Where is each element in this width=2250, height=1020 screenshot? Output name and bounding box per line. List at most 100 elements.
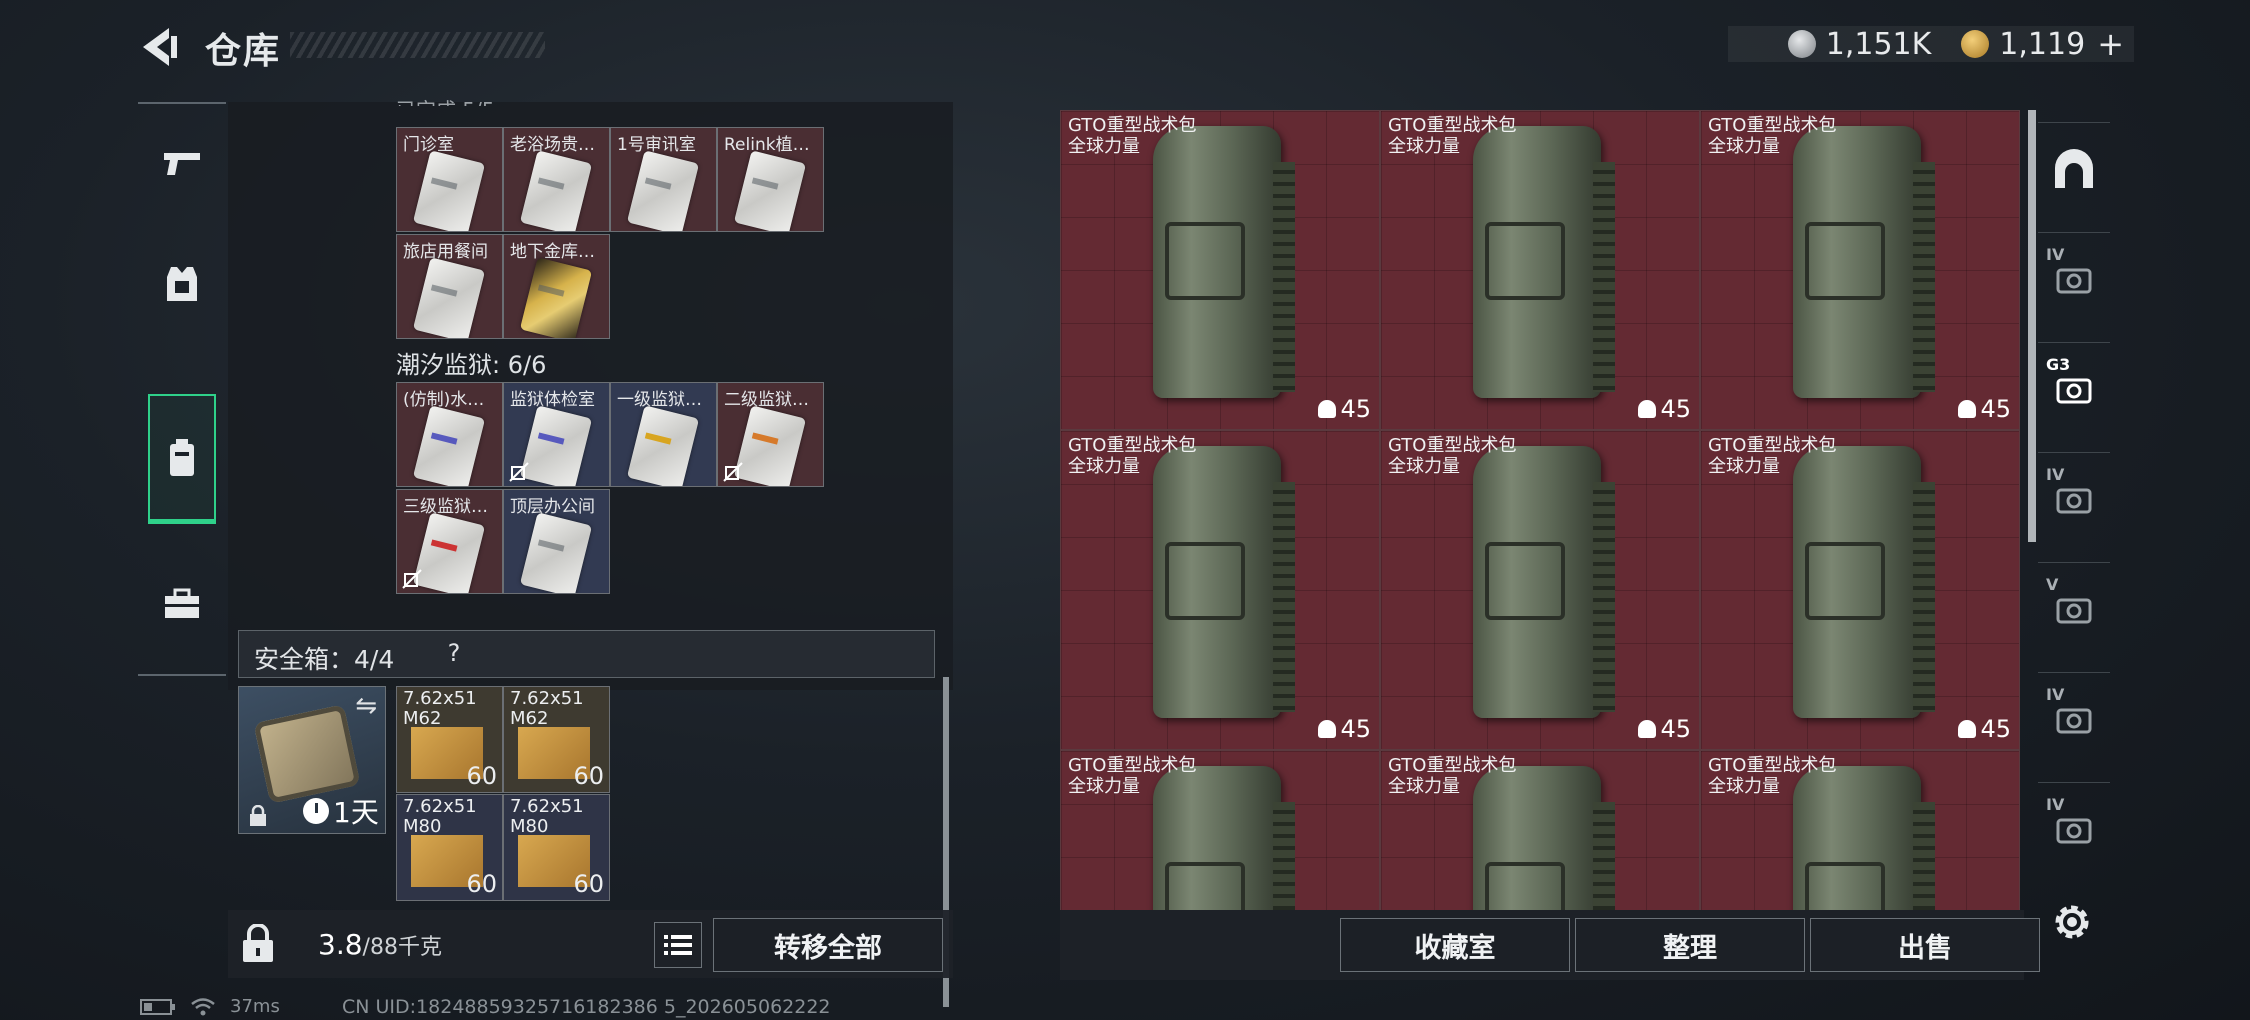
capacity-icon — [1958, 720, 1977, 738]
equipment-slot-7[interactable]: IV — [2038, 782, 2110, 875]
ammo-count: 60 — [573, 870, 604, 898]
add-currency-button[interactable]: + — [2097, 25, 2124, 63]
capacity-icon — [1318, 720, 1337, 738]
secure-case-image — [253, 704, 361, 804]
backpack-item[interactable]: GTO重型战术包 全球力量 45 — [1060, 110, 1380, 430]
keycard-item[interactable]: 一级监狱… — [610, 382, 717, 487]
timer-text: 1天 — [333, 796, 379, 829]
backpack-brand: 全球力量 — [1708, 776, 1780, 797]
section-cut-title: 已完成 5/5 — [396, 94, 495, 106]
tab-keycards[interactable] — [148, 394, 216, 524]
equipment-slot-1[interactable] — [2038, 122, 2110, 215]
tab-toolbox[interactable] — [138, 544, 226, 664]
settings-gear-icon[interactable] — [2050, 900, 2094, 944]
keycard-item[interactable]: 三级监狱… — [396, 489, 503, 594]
equipment-slot-2[interactable]: IV — [2038, 232, 2110, 325]
equipment-slot-3[interactable]: G3 — [2038, 342, 2110, 435]
list-view-button[interactable] — [654, 922, 702, 968]
ammo-item[interactable]: 7.62x51 M80 60 — [396, 794, 503, 901]
backpack-name: GTO重型战术包 — [1708, 115, 1837, 136]
backpack-image — [1793, 126, 1935, 398]
keycard-label: 顶层办公间 — [510, 497, 595, 517]
keycard-label: 门诊室 — [403, 135, 454, 155]
slot-level: V — [2046, 575, 2059, 594]
equipment-slot-4[interactable]: IV — [2038, 452, 2110, 545]
capacity-value: 45 — [1980, 395, 2011, 423]
safe-case-item[interactable]: ⇋ 1天 — [238, 686, 386, 834]
no-repair-icon — [402, 569, 422, 589]
backpack-brand: 全球力量 — [1388, 776, 1460, 797]
tab-armor[interactable] — [138, 224, 226, 344]
keycard-item[interactable]: 监狱体检室 — [503, 382, 610, 487]
capacity-badge: 45 — [1318, 715, 1371, 743]
backpack-item[interactable]: GTO重型战术包 全球力量 — [1700, 750, 2020, 910]
capacity-value: 45 — [1660, 715, 1691, 743]
weight-capacity: /88千克 — [362, 935, 442, 960]
keycard-label: 地下金库… — [510, 242, 595, 262]
ammo-item[interactable]: 7.62x51 M62 60 — [396, 686, 503, 793]
keycard-item[interactable]: 门诊室 — [396, 127, 503, 232]
backpack-item[interactable]: GTO重型战术包 全球力量 45 — [1380, 430, 1700, 750]
slot-level: IV — [2046, 245, 2065, 264]
keycard-item[interactable]: 老浴场贵… — [503, 127, 610, 232]
swap-icon[interactable]: ⇋ — [355, 691, 377, 721]
capacity-value: 45 — [1340, 395, 1371, 423]
keycard-icon — [170, 438, 194, 476]
armor-slot-icon — [2056, 598, 2092, 624]
wifi-icon — [191, 997, 215, 1015]
keycard-item[interactable]: 旅店用餐间 — [396, 234, 503, 339]
keycard-image — [626, 405, 700, 486]
ammo-caliber: 7.62x51 — [510, 688, 584, 709]
help-button[interactable]: ? — [439, 639, 469, 669]
keycard-image — [412, 405, 486, 486]
keycard-image — [519, 512, 593, 593]
ammo-item[interactable]: 7.62x51 M80 60 — [503, 794, 610, 901]
backpack-item[interactable]: GTO重型战术包 全球力量 — [1380, 750, 1700, 910]
status-bar: 37ms — [140, 996, 280, 1017]
backpack-item[interactable]: GTO重型战术包 全球力量 45 — [1700, 110, 2020, 430]
ammo-type: M80 — [403, 816, 442, 837]
keycard-label: 老浴场贵… — [510, 135, 595, 155]
keycard-image — [733, 405, 807, 486]
transfer-all-button[interactable]: 转移全部 — [713, 918, 943, 972]
keycard-item[interactable]: 顶层办公间 — [503, 489, 610, 594]
lock-icon[interactable] — [240, 924, 276, 964]
rental-timer: 1天 — [303, 791, 379, 831]
backpack-item[interactable]: GTO重型战术包 全球力量 45 — [1060, 430, 1380, 750]
ammo-item[interactable]: 7.62x51 M62 60 — [503, 686, 610, 793]
backpack-name: GTO重型战术包 — [1388, 115, 1517, 136]
collection-room-button[interactable]: 收藏室 — [1340, 918, 1570, 972]
right-scrollbar[interactable] — [2028, 110, 2036, 542]
arch-icon — [2055, 149, 2093, 188]
sort-button[interactable]: 整理 — [1575, 918, 1805, 972]
title-decoration — [290, 32, 545, 58]
tab-weapons[interactable] — [138, 104, 226, 224]
keycard-item[interactable]: 1号审讯室 — [610, 127, 717, 232]
capacity-value: 45 — [1980, 715, 2011, 743]
backpack-image — [1473, 446, 1615, 718]
keycard-image — [519, 405, 593, 486]
backpack-name-block: GTO重型战术包 全球力量 — [1388, 115, 1516, 157]
keycard-item[interactable]: 二级监狱… — [717, 382, 824, 487]
equipment-slot-6[interactable]: IV — [2038, 672, 2110, 765]
capacity-icon — [1638, 400, 1657, 418]
keycard-image — [733, 150, 807, 231]
backpack-item[interactable]: GTO重型战术包 全球力量 45 — [1380, 110, 1700, 430]
section-title-prison: 潮汐监狱: 6/6 — [396, 351, 547, 379]
back-button[interactable] — [135, 22, 185, 72]
ammo-label: 7.62x51 M80 — [403, 797, 477, 837]
equipment-slot-5[interactable]: V — [2038, 562, 2110, 655]
sell-button[interactable]: 出售 — [1810, 918, 2040, 972]
backpack-item[interactable]: GTO重型战术包 全球力量 45 — [1700, 430, 2020, 750]
helmet-slot-icon — [2056, 488, 2092, 514]
keycard-item[interactable]: (仿制)水… — [396, 382, 503, 487]
keycard-item[interactable]: Relink植… — [717, 127, 824, 232]
no-repair-icon — [723, 462, 743, 482]
backpack-name: GTO重型战术包 — [1708, 755, 1837, 776]
keycard-item[interactable]: 地下金库… — [503, 234, 610, 339]
weight-current: 3.8 — [318, 928, 363, 961]
no-repair-icon — [509, 462, 529, 482]
backpack-slot-icon — [2056, 268, 2092, 294]
backpack-item[interactable]: GTO重型战术包 全球力量 — [1060, 750, 1380, 910]
bottom-right-bar: 收藏室 整理 出售 — [1060, 910, 2040, 980]
